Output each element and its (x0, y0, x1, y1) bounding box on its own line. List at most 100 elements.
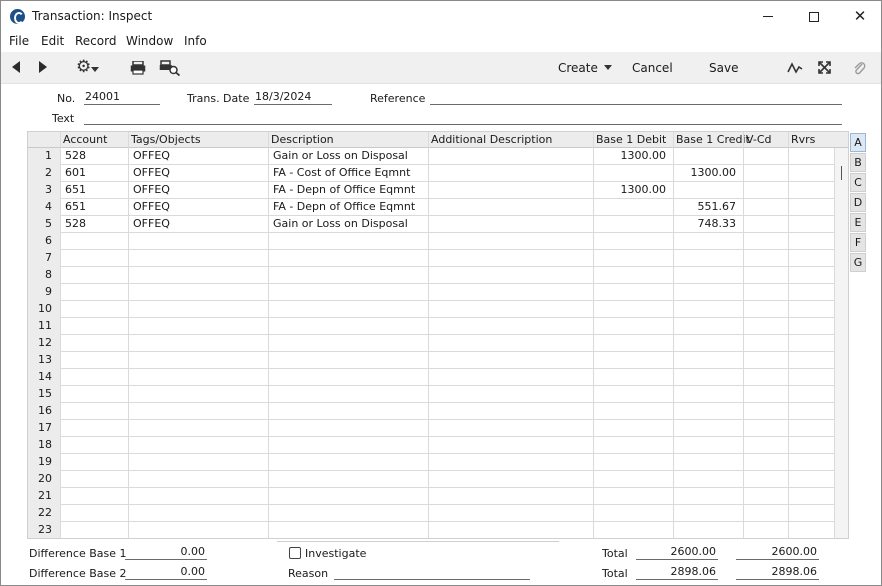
description-cell[interactable] (269, 403, 428, 420)
additional-description-cell[interactable] (429, 488, 593, 505)
tags-cell[interactable]: OFFEQ (129, 165, 268, 182)
text-field[interactable] (84, 110, 842, 125)
column-header-debit[interactable]: Base 1 Debit (596, 133, 666, 146)
description-cell[interactable] (269, 335, 428, 352)
card-tab-f[interactable]: F (850, 233, 866, 252)
additional-description-cell[interactable] (429, 301, 593, 318)
table-row[interactable]: 5 528 OFFEQ Gain or Loss on Disposal 748.33 (28, 216, 834, 233)
trans-date-field[interactable]: 18/3/2024 (254, 90, 332, 105)
table-row[interactable]: 17 (28, 420, 834, 437)
debit-cell[interactable] (594, 284, 673, 301)
credit-cell[interactable] (674, 522, 743, 538)
description-cell[interactable] (269, 250, 428, 267)
vcd-cell[interactable] (744, 488, 788, 505)
column-header-rvrs[interactable]: Rvrs (791, 133, 815, 146)
vcd-cell[interactable] (744, 437, 788, 454)
additional-description-cell[interactable] (429, 284, 593, 301)
vcd-cell[interactable] (744, 505, 788, 522)
tags-cell[interactable] (129, 522, 268, 538)
additional-description-cell[interactable] (429, 335, 593, 352)
account-cell[interactable] (61, 386, 128, 403)
menu-info[interactable]: Info (184, 34, 207, 48)
vcd-cell[interactable] (744, 284, 788, 301)
rvrs-cell[interactable] (789, 454, 834, 471)
rvrs-cell[interactable] (789, 386, 834, 403)
description-cell[interactable] (269, 454, 428, 471)
additional-description-cell[interactable] (429, 505, 593, 522)
credit-cell[interactable] (674, 301, 743, 318)
debit-cell[interactable] (594, 420, 673, 437)
credit-cell[interactable] (674, 505, 743, 522)
vcd-cell[interactable] (744, 199, 788, 216)
credit-cell[interactable] (674, 437, 743, 454)
table-row[interactable]: 8 (28, 267, 834, 284)
cancel-button[interactable]: Cancel (632, 61, 673, 75)
vcd-cell[interactable] (744, 471, 788, 488)
rvrs-cell[interactable] (789, 505, 834, 522)
account-cell[interactable] (61, 454, 128, 471)
credit-cell[interactable] (674, 284, 743, 301)
additional-description-cell[interactable] (429, 148, 593, 165)
vcd-cell[interactable] (744, 454, 788, 471)
debit-cell[interactable] (594, 250, 673, 267)
account-cell[interactable] (61, 352, 128, 369)
card-tab-a[interactable]: A (850, 133, 866, 152)
credit-cell[interactable] (674, 250, 743, 267)
table-row[interactable]: 19 (28, 454, 834, 471)
account-cell[interactable] (61, 267, 128, 284)
additional-description-cell[interactable] (429, 165, 593, 182)
vcd-cell[interactable] (744, 352, 788, 369)
description-cell[interactable] (269, 301, 428, 318)
table-row[interactable]: 3 651 OFFEQ FA - Depn of Office Eqmnt 1300.0… (28, 182, 834, 199)
credit-cell[interactable]: 1300.00 (674, 165, 743, 182)
account-cell[interactable]: 651 (61, 199, 128, 216)
rvrs-cell[interactable] (789, 318, 834, 335)
description-cell[interactable] (269, 437, 428, 454)
additional-description-cell[interactable] (429, 522, 593, 538)
tags-cell[interactable] (129, 386, 268, 403)
description-cell[interactable] (269, 420, 428, 437)
additional-description-cell[interactable] (429, 250, 593, 267)
rvrs-cell[interactable] (789, 522, 834, 538)
rvrs-cell[interactable] (789, 335, 834, 352)
tags-cell[interactable] (129, 369, 268, 386)
account-cell[interactable]: 528 (61, 216, 128, 233)
vcd-cell[interactable] (744, 369, 788, 386)
account-cell[interactable] (61, 505, 128, 522)
additional-description-cell[interactable] (429, 437, 593, 454)
debit-cell[interactable] (594, 199, 673, 216)
debit-cell[interactable] (594, 369, 673, 386)
vcd-cell[interactable] (744, 318, 788, 335)
column-header-tags[interactable]: Tags/Objects (131, 133, 201, 146)
debit-cell[interactable] (594, 437, 673, 454)
additional-description-cell[interactable] (429, 369, 593, 386)
debit-cell[interactable] (594, 233, 673, 250)
credit-cell[interactable] (674, 148, 743, 165)
gear-dropdown-icon[interactable] (91, 67, 99, 72)
credit-cell[interactable] (674, 335, 743, 352)
description-cell[interactable] (269, 284, 428, 301)
tags-cell[interactable] (129, 250, 268, 267)
column-header-vcd[interactable]: V-Cd (746, 133, 772, 146)
description-cell[interactable] (269, 318, 428, 335)
tags-cell[interactable] (129, 488, 268, 505)
table-row[interactable]: 11 (28, 318, 834, 335)
tags-cell[interactable] (129, 267, 268, 284)
credit-cell[interactable]: 748.33 (674, 216, 743, 233)
rvrs-cell[interactable] (789, 369, 834, 386)
tags-cell[interactable] (129, 437, 268, 454)
tags-cell[interactable] (129, 352, 268, 369)
rvrs-cell[interactable] (789, 284, 834, 301)
tags-cell[interactable] (129, 233, 268, 250)
debit-cell[interactable] (594, 522, 673, 538)
debit-cell[interactable]: 1300.00 (594, 148, 673, 165)
table-row[interactable]: 14 (28, 369, 834, 386)
vcd-cell[interactable] (744, 403, 788, 420)
minimize-button[interactable] (745, 1, 791, 32)
additional-description-cell[interactable] (429, 471, 593, 488)
maximize-button[interactable] (791, 1, 837, 32)
vcd-cell[interactable] (744, 148, 788, 165)
expand-icon[interactable] (817, 60, 832, 75)
account-cell[interactable] (61, 522, 128, 538)
vcd-cell[interactable] (744, 522, 788, 538)
